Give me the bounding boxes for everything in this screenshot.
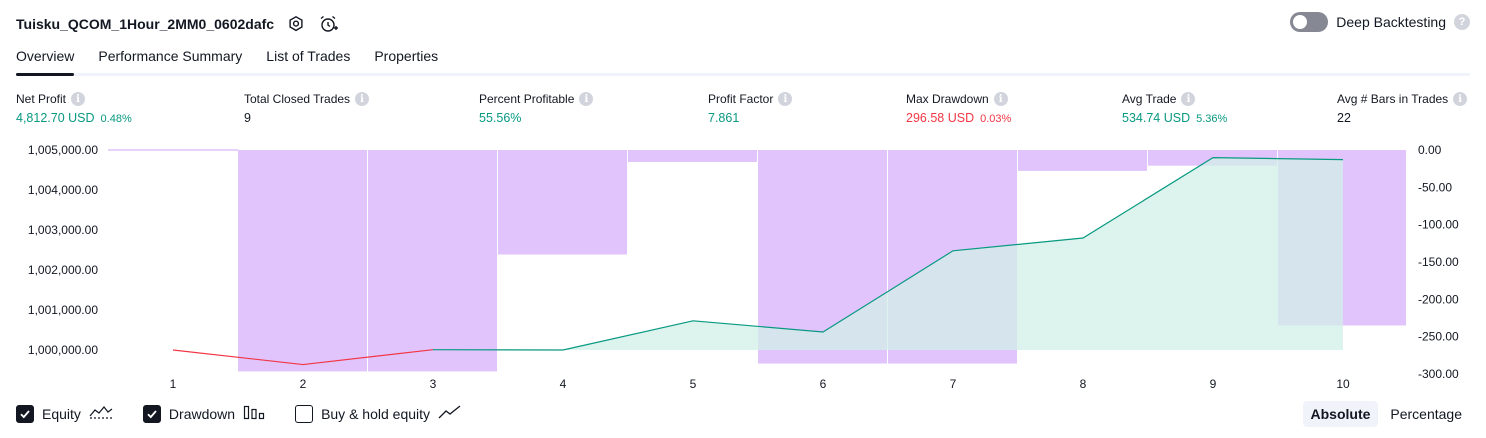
- alarm-clock-add-icon[interactable]: [318, 14, 339, 34]
- x-axis-tick: 2: [300, 377, 307, 391]
- info-icon[interactable]: i: [1453, 92, 1468, 106]
- legend-label: Equity: [42, 405, 81, 422]
- metric-value: 296.58 USD: [906, 111, 975, 125]
- metric-value: 55.56%: [479, 111, 522, 125]
- x-axis-tick: 5: [690, 377, 697, 391]
- drawdown-bars-icon: [243, 404, 265, 423]
- right-axis-tick: -150.00: [1418, 255, 1459, 269]
- right-axis-tick: -300.00: [1418, 367, 1459, 381]
- left-axis-tick: 1,000,000.00: [28, 343, 98, 357]
- mode-percentage-button[interactable]: Percentage: [1382, 401, 1470, 427]
- x-axis-tick: 8: [1080, 377, 1087, 391]
- strategy-title: Tuisku_QCOM_1Hour_2MM0_0602dafc: [16, 16, 275, 32]
- tab-performance-summary[interactable]: Performance Summary: [98, 48, 242, 73]
- metric-label: Avg # Bars in Trades: [1337, 92, 1449, 106]
- tab-list-of-trades[interactable]: List of Trades: [266, 48, 350, 73]
- metric-avg-bars-in-trades: Avg # Bars in Trades i 22: [1337, 92, 1468, 125]
- chart-legend: Equity Drawdown Buy & hold equity: [16, 404, 462, 423]
- left-axis-tick: 1,004,000.00: [28, 183, 98, 197]
- legend-drawdown[interactable]: Drawdown: [142, 404, 265, 423]
- metric-value: 4,812.70 USD: [16, 111, 95, 125]
- right-axis-tick: -250.00: [1418, 330, 1459, 344]
- left-axis-tick: 1,003,000.00: [28, 223, 98, 237]
- x-axis-tick: 3: [430, 377, 437, 391]
- metric-label: Max Drawdown: [906, 92, 989, 106]
- metric-value: 22: [1337, 111, 1351, 125]
- buy-hold-line-icon: [438, 404, 462, 423]
- metric-label: Percent Profitable: [479, 92, 575, 106]
- info-icon[interactable]: i: [579, 92, 594, 106]
- info-icon[interactable]: i: [778, 92, 793, 106]
- right-axis-tick: 0.00: [1418, 143, 1442, 157]
- report-header: Tuisku_QCOM_1Hour_2MM0_0602dafc: [16, 12, 339, 36]
- right-axis-tick: -100.00: [1418, 218, 1459, 232]
- legend-label: Buy & hold equity: [321, 405, 431, 422]
- metric-total-closed-trades: Total Closed Trades i 9: [244, 92, 370, 125]
- info-icon[interactable]: i: [355, 92, 370, 106]
- legend-label: Drawdown: [168, 405, 236, 422]
- metric-value: 9: [244, 111, 251, 125]
- metric-percent: 0.48%: [100, 113, 132, 125]
- drawdown-checkbox[interactable]: [142, 404, 161, 423]
- metric-label: Profit Factor: [708, 92, 774, 106]
- left-axis-tick: 1,001,000.00: [28, 303, 98, 317]
- drawdown-bar: [1018, 150, 1147, 171]
- metric-label: Avg Trade: [1122, 92, 1177, 106]
- metric-label: Net Profit: [16, 92, 67, 106]
- metric-percent-profitable: Percent Profitable i 55.56%: [479, 92, 594, 125]
- metric-max-drawdown: Max Drawdown i 296.58 USD 0.03%: [906, 92, 1011, 125]
- drawdown-bar: [628, 150, 757, 162]
- x-axis-tick: 6: [820, 377, 827, 391]
- drawdown-bar: [238, 150, 367, 372]
- metrics-row: Net Profit i 4,812.70 USD 0.48% Total Clos…: [16, 92, 1470, 132]
- x-axis-tick: 7: [950, 377, 957, 391]
- equity-drawdown-chart[interactable]: 1,005,000.00 1,004,000.00 1,003,000.00 1,00…: [0, 138, 1486, 394]
- left-axis-tick: 1,005,000.00: [28, 143, 98, 157]
- metric-net-profit: Net Profit i 4,812.70 USD 0.48%: [16, 92, 132, 125]
- metric-percent: 0.03%: [980, 113, 1012, 125]
- deep-backtesting-label: Deep Backtesting: [1336, 14, 1446, 30]
- equity-checkbox[interactable]: [16, 404, 34, 423]
- drawdown-bar: [368, 150, 497, 372]
- metric-profit-factor: Profit Factor i 7.861: [708, 92, 793, 125]
- gear-icon[interactable]: [286, 14, 306, 34]
- legend-equity[interactable]: Equity: [16, 404, 113, 423]
- right-axis: 0.00 -50.00 -100.00 -150.00 -200.00 -250.00 -3…: [1418, 143, 1459, 381]
- buy-hold-checkbox[interactable]: [295, 404, 314, 423]
- info-icon[interactable]: i: [993, 92, 1008, 106]
- deep-backtesting-toggle[interactable]: [1290, 12, 1329, 32]
- metric-percent: 5.36%: [1196, 113, 1228, 125]
- deep-backtesting: Deep Backtesting ?: [1290, 12, 1470, 32]
- legend-buy-hold-equity[interactable]: Buy & hold equity: [295, 404, 462, 423]
- info-icon[interactable]: i: [71, 92, 86, 106]
- display-mode-switch: Absolute Percentage: [1302, 401, 1471, 427]
- left-axis-tick: 1,002,000.00: [28, 263, 98, 277]
- x-axis-tick: 1: [170, 377, 177, 391]
- mode-absolute-button[interactable]: Absolute: [1302, 401, 1379, 427]
- metric-value: 7.861: [708, 111, 740, 125]
- right-axis-tick: -50.00: [1418, 180, 1452, 194]
- tab-overview[interactable]: Overview: [16, 48, 75, 76]
- equity-line-icon: [89, 404, 113, 423]
- drawdown-bar: [498, 150, 627, 255]
- metric-label: Total Closed Trades: [244, 92, 351, 106]
- x-axis: 1 2 3 4 5 6 7 8 9 10: [170, 377, 1350, 391]
- x-axis-tick: 10: [1336, 377, 1350, 391]
- metric-value: 534.74 USD: [1122, 111, 1191, 125]
- left-axis: 1,005,000.00 1,004,000.00 1,003,000.00 1,00…: [28, 143, 98, 357]
- help-icon[interactable]: ?: [1454, 14, 1470, 30]
- x-axis-tick: 4: [560, 377, 567, 391]
- x-axis-tick: 9: [1210, 377, 1217, 391]
- metric-avg-trade: Avg Trade i 534.74 USD 5.36%: [1122, 92, 1227, 125]
- report-tabs: Overview Performance Summary List of Tra…: [16, 48, 1470, 76]
- info-icon[interactable]: i: [1181, 92, 1196, 106]
- right-axis-tick: -200.00: [1418, 292, 1459, 306]
- tab-properties[interactable]: Properties: [374, 48, 438, 73]
